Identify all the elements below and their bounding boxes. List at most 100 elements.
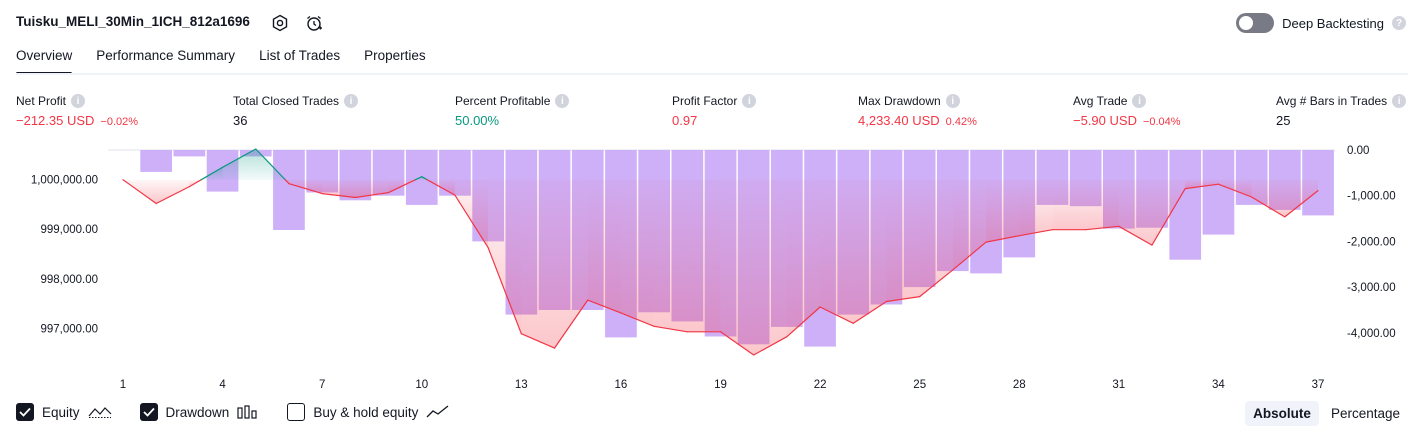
strategy-title: Tuisku_MELI_30Min_1ICH_812a1696 xyxy=(16,14,250,29)
left-axis-tick-label: 997,000.00 xyxy=(40,323,98,335)
left-axis-tick-label: 999,000.00 xyxy=(40,224,98,236)
metric-label: Max Drawdown xyxy=(858,94,941,108)
metric-avg-bars: Avg # Bars in Trades i 25 xyxy=(1276,94,1407,128)
drawdown-bar xyxy=(173,150,206,157)
metric-label: Net Profit xyxy=(16,94,67,108)
info-icon[interactable]: i xyxy=(555,94,570,108)
info-icon[interactable]: ? xyxy=(1392,16,1406,30)
x-axis-tick-label: 16 xyxy=(615,379,628,391)
equity-fill-down xyxy=(654,179,688,332)
tab-overview[interactable]: Overview xyxy=(16,48,84,75)
x-axis-tick-label: 37 xyxy=(1312,379,1325,391)
metric-label: Avg Trade xyxy=(1073,94,1128,108)
left-axis: 1,000,000.00 999,000.00 998,000.00 997,000.… xyxy=(31,175,98,336)
percentage-button[interactable]: Percentage xyxy=(1323,401,1408,426)
absolute-button[interactable]: Absolute xyxy=(1245,401,1319,426)
equity-fill-area xyxy=(123,149,1318,355)
right-axis-tick-label: -4,000.00 xyxy=(1347,328,1396,340)
equity-fill-down xyxy=(720,179,754,355)
equity-fill-down xyxy=(554,179,588,349)
drawdown-checkbox[interactable] xyxy=(139,403,158,421)
equity-drawdown-chart[interactable]: 1,000,000.00 999,000.00 998,000.00 997,000.… xyxy=(0,138,1424,396)
buy-hold-checkbox[interactable] xyxy=(287,403,306,421)
metric-max-drawdown: Max Drawdown i 4,233.40 USD 0.42% xyxy=(858,94,977,128)
equity-fill-down xyxy=(886,179,920,302)
tab-bar: Overview Performance Summary List of Tra… xyxy=(16,48,438,75)
legend-buy-hold[interactable]: Buy & hold equity xyxy=(287,403,450,421)
metric-total-closed-trades: Total Closed Trades i 36 xyxy=(233,94,359,128)
info-icon[interactable]: i xyxy=(71,94,86,108)
chart-legend: Equity Drawdown Buy & hold equity xyxy=(16,403,478,421)
metric-value: 0.97 xyxy=(672,113,698,128)
deep-backtesting-toggle[interactable] xyxy=(1236,13,1275,33)
legend-buy-hold-label: Buy & hold equity xyxy=(313,404,419,420)
left-axis-tick-label: 1,000,000.00 xyxy=(31,175,98,187)
toggle-knob xyxy=(1239,16,1254,30)
x-axis-tick-label: 25 xyxy=(913,379,926,391)
tab-divider xyxy=(16,73,1408,75)
equity-fill-down xyxy=(1251,179,1285,217)
x-axis-tick-label: 31 xyxy=(1112,379,1125,391)
equity-fill-down xyxy=(919,179,953,297)
deep-backtesting-label: Deep Backtesting xyxy=(1282,15,1384,31)
metric-net-profit: Net Profit i −212.35 USD −0.02% xyxy=(16,94,138,128)
legend-equity-label: Equity xyxy=(42,404,80,420)
x-axis: 1 4 7 10 13 16 19 22 25 28 31 34 37 xyxy=(120,379,1325,391)
equity-fill-down xyxy=(454,179,489,248)
metric-label: Percent Profitable xyxy=(455,94,551,108)
right-axis-tick-label: 0.00 xyxy=(1347,145,1369,157)
metric-avg-trade: Avg Trade i −5.90 USD −0.04% xyxy=(1073,94,1181,128)
tab-performance-summary[interactable]: Performance Summary xyxy=(84,48,247,74)
info-icon[interactable]: i xyxy=(1392,94,1407,108)
info-icon[interactable]: i xyxy=(742,94,757,108)
equity-fill-down xyxy=(488,179,522,334)
equity-checkbox[interactable] xyxy=(16,403,34,421)
metric-value: 50.00% xyxy=(455,113,500,128)
info-icon[interactable]: i xyxy=(1132,94,1147,108)
metric-percent-profitable: Percent Profitable i 50.00% xyxy=(455,94,570,128)
trend-line-icon xyxy=(426,405,449,418)
alarm-clock-icon[interactable] xyxy=(304,13,324,33)
tab-properties[interactable]: Properties xyxy=(352,48,438,74)
equity-fill-down xyxy=(986,179,1020,243)
legend-equity[interactable]: Equity xyxy=(16,403,112,421)
equity-fill-down xyxy=(1052,179,1086,230)
x-axis-tick-label: 7 xyxy=(319,379,325,391)
x-axis-tick-label: 28 xyxy=(1013,379,1026,391)
equity-fill-down xyxy=(820,179,854,324)
metric-value: 36 xyxy=(233,113,248,128)
drawdown-bar xyxy=(140,150,172,172)
right-axis-tick-label: -2,000.00 xyxy=(1347,236,1396,248)
drawdown-bar xyxy=(273,150,305,230)
equity-fill-down xyxy=(1019,179,1053,236)
metric-percent: −0.04% xyxy=(1142,116,1181,128)
legend-drawdown[interactable]: Drawdown xyxy=(139,403,260,421)
bar-chart-icon xyxy=(237,405,257,419)
x-axis-tick-label: 10 xyxy=(415,379,428,391)
metric-value: 4,233.40 USD xyxy=(858,113,940,128)
info-icon[interactable]: i xyxy=(945,94,960,108)
legend-drawdown-label: Drawdown xyxy=(165,404,230,420)
x-axis-tick-label: 19 xyxy=(714,379,727,391)
equity-fill-down xyxy=(156,179,190,204)
metric-label: Avg # Bars in Trades xyxy=(1276,94,1388,108)
x-axis-tick-label: 13 xyxy=(515,379,528,391)
metric-profit-factor: Profit Factor i 0.97 xyxy=(672,94,757,128)
info-icon[interactable]: i xyxy=(344,94,359,108)
equity-fill-down xyxy=(587,179,621,313)
tab-list-of-trades[interactable]: List of Trades xyxy=(247,48,352,74)
right-axis: 0.00 -1,000.00 -2,000.00 -3,000.00 -4,000.00 xyxy=(1347,145,1396,340)
settings-icon[interactable] xyxy=(270,13,290,33)
metric-label: Profit Factor xyxy=(672,94,738,108)
equity-fill-down xyxy=(620,179,655,327)
metric-value: −212.35 USD xyxy=(16,113,95,128)
equity-fill-down xyxy=(753,179,787,355)
x-axis-tick-label: 34 xyxy=(1212,379,1225,391)
metric-label: Total Closed Trades xyxy=(233,94,340,108)
equity-fill-down xyxy=(521,179,555,349)
right-axis-tick-label: -3,000.00 xyxy=(1347,282,1396,294)
metric-value: 25 xyxy=(1276,113,1291,128)
equity-fill-down xyxy=(322,179,356,198)
view-mode-toggle: Absolute Percentage xyxy=(1245,401,1408,426)
drawdown-bar xyxy=(1202,150,1235,235)
